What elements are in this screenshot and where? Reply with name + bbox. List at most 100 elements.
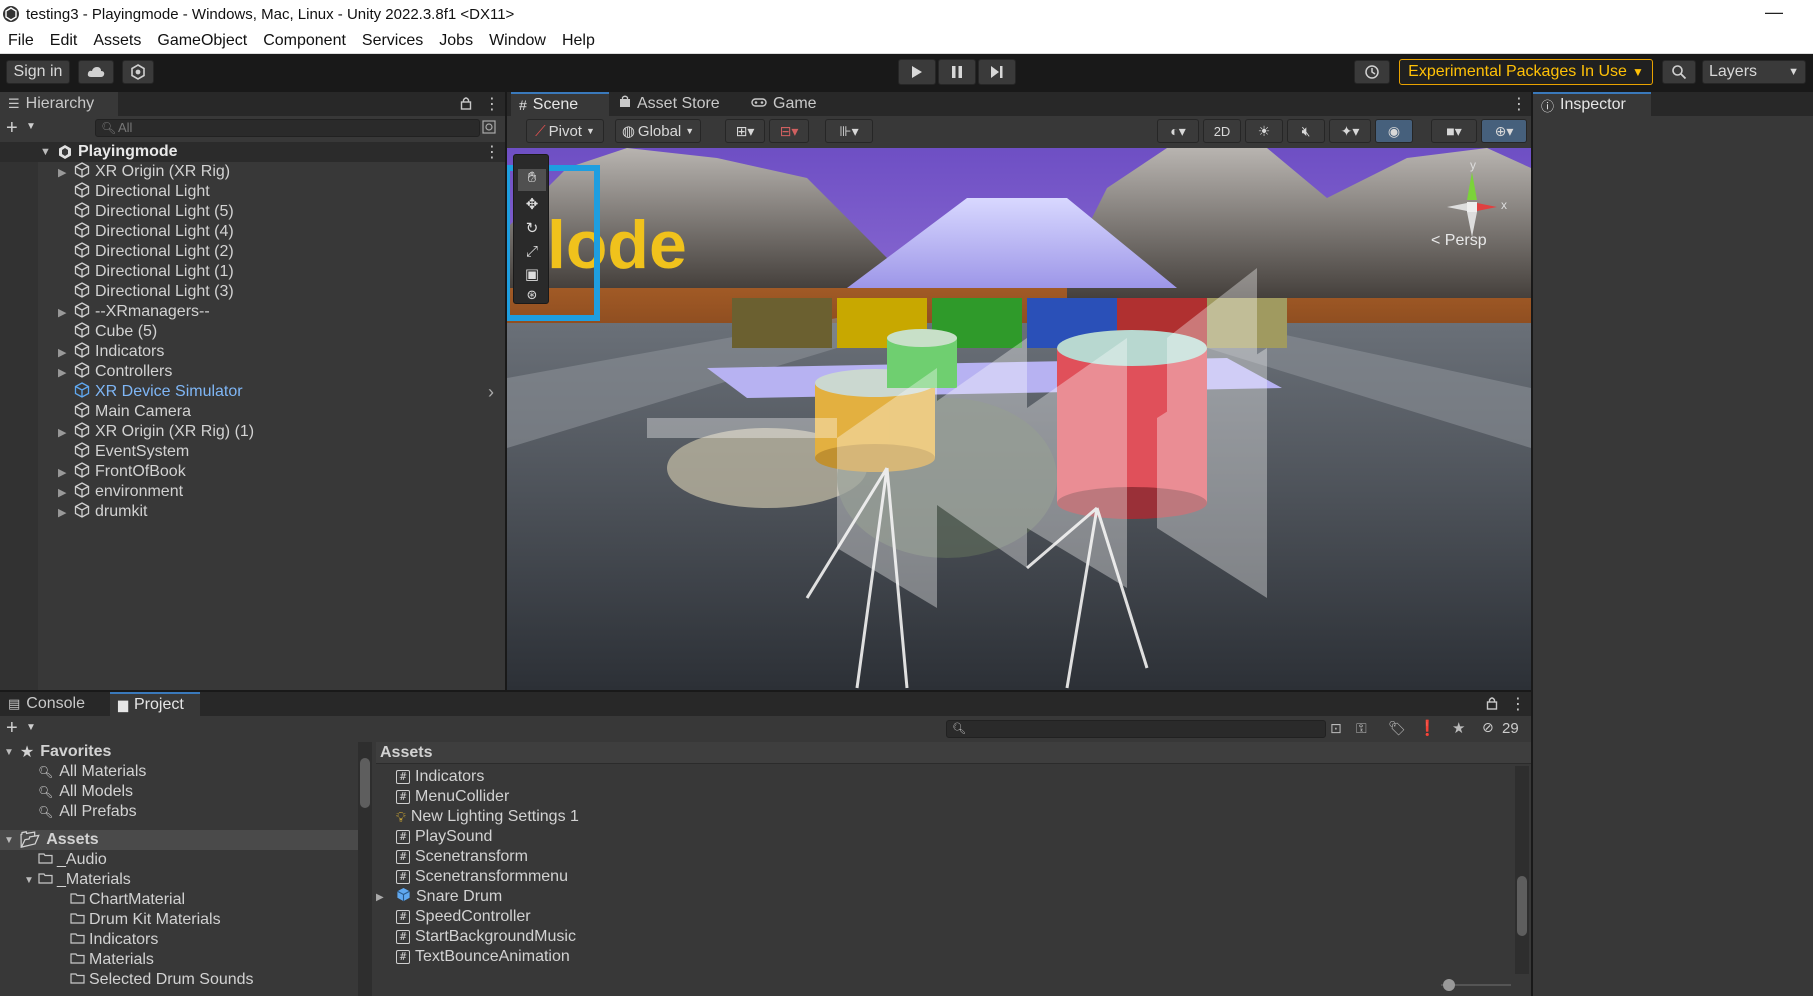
asset-file-item[interactable]: # StartBackgroundMusic bbox=[396, 927, 576, 947]
hierarchy-item[interactable]: ▶ environment bbox=[0, 481, 505, 502]
collapsed-arrow-icon[interactable]: ▶ bbox=[58, 486, 66, 499]
search-by-type-icon[interactable]: ⊡ bbox=[1330, 720, 1342, 737]
hand-tool-icon[interactable]: ✋︎ bbox=[518, 169, 546, 191]
transform-tool-icon[interactable]: ⊛ bbox=[518, 287, 546, 303]
tab-console[interactable]: ▤ Console bbox=[0, 692, 104, 716]
menu-assets[interactable]: Assets bbox=[85, 32, 149, 50]
folder-tree-item[interactable]: Drum Kit Materials bbox=[56, 910, 221, 930]
hierarchy-item[interactable]: ▶ FrontOfBook bbox=[0, 461, 505, 482]
hierarchy-item[interactable]: EventSystem bbox=[0, 441, 505, 462]
menu-jobs[interactable]: Jobs bbox=[431, 32, 481, 50]
menu-component[interactable]: Component bbox=[255, 32, 354, 50]
scale-tool-icon[interactable]: ⤢ bbox=[518, 243, 546, 265]
tab-project[interactable]: ▆ Project bbox=[110, 692, 200, 716]
search-by-label-icon[interactable]: ⚿ bbox=[1356, 720, 1367, 737]
slider-handle[interactable] bbox=[1443, 979, 1455, 991]
hidden-objects-icon[interactable]: ◉ bbox=[1375, 119, 1413, 143]
kebab-menu-icon[interactable]: ⋮ bbox=[484, 94, 500, 114]
hierarchy-search-input[interactable]: 🔍︎ All bbox=[95, 119, 480, 137]
mode-2d-button[interactable]: 2D bbox=[1203, 119, 1241, 143]
scene-root-row[interactable]: ▼ Playingmode ⋮ bbox=[0, 142, 505, 162]
collapsed-arrow-icon[interactable]: ▶ bbox=[58, 166, 66, 179]
hierarchy-item[interactable]: XR Device Simulator › bbox=[0, 382, 505, 402]
collapsed-arrow-icon[interactable]: ▶ bbox=[376, 892, 384, 903]
rect-tool-icon[interactable]: ▣ bbox=[518, 265, 546, 287]
asset-file-item[interactable]: # Scenetransformmenu bbox=[396, 867, 568, 887]
pause-button[interactable] bbox=[938, 59, 976, 85]
tab-hierarchy[interactable]: ☰ Hierarchy bbox=[0, 92, 118, 116]
menu-services[interactable]: Services bbox=[354, 32, 431, 50]
kebab-menu-icon[interactable]: ⋮ bbox=[1510, 694, 1526, 714]
asset-file-item[interactable]: # MenuCollider bbox=[396, 787, 509, 807]
hierarchy-item[interactable]: Directional Light (5) bbox=[0, 201, 505, 222]
hierarchy-item[interactable]: ▶ Indicators bbox=[0, 341, 505, 362]
hierarchy-item[interactable]: Cube (5) bbox=[0, 321, 505, 342]
menu-gameobject[interactable]: GameObject bbox=[149, 32, 255, 50]
menu-window[interactable]: Window bbox=[481, 32, 554, 50]
asset-file-item[interactable]: ▶ Snare Drum bbox=[376, 887, 502, 907]
folder-tree-item[interactable]: ▼ _Materials bbox=[24, 870, 131, 890]
hierarchy-item[interactable]: ▶ Controllers bbox=[0, 361, 505, 382]
asset-file-item[interactable]: 💡︎ New Lighting Settings 1 bbox=[396, 807, 579, 827]
lighting-toggle-icon[interactable]: ☀ bbox=[1245, 119, 1283, 143]
icon-size-slider[interactable] bbox=[1441, 978, 1511, 992]
tab-inspector[interactable]: ⓘ Inspector bbox=[1533, 92, 1651, 116]
hierarchy-item[interactable]: ▶ XR Origin (XR Rig) (1) bbox=[0, 421, 505, 442]
alert-icon[interactable]: ❗ bbox=[1418, 719, 1437, 737]
gizmos-icon[interactable]: ⊕▾ bbox=[1481, 119, 1527, 143]
asset-file-item[interactable]: # Indicators bbox=[396, 767, 484, 787]
effects-icon[interactable]: ✦▾ bbox=[1329, 119, 1371, 143]
rotate-tool-icon[interactable]: ↻ bbox=[518, 219, 546, 241]
add-icon[interactable]: + bbox=[6, 117, 18, 140]
hierarchy-item[interactable]: Main Camera bbox=[0, 401, 505, 422]
collab-icon[interactable] bbox=[122, 60, 154, 84]
favorite-all-prefabs[interactable]: 🔍︎ All Prefabs bbox=[38, 802, 137, 822]
increment-snap-icon[interactable]: ⊟▾ bbox=[769, 119, 809, 143]
hierarchy-item[interactable]: Directional Light bbox=[0, 181, 505, 202]
kebab-menu-icon[interactable]: ⋮ bbox=[1511, 94, 1527, 114]
hierarchy-item[interactable]: ▶ XR Origin (XR Rig) bbox=[0, 161, 505, 182]
folder-tree-item[interactable]: Selected Drum Sounds bbox=[56, 970, 254, 990]
search-icon[interactable] bbox=[1662, 60, 1696, 84]
menu-edit[interactable]: Edit bbox=[42, 32, 86, 50]
lock-icon[interactable] bbox=[460, 96, 472, 114]
scrollbar-thumb[interactable] bbox=[1517, 876, 1527, 936]
scene-viewport[interactable]: lode ✋︎ ✥ ↻ ⤢ ▣ ⊛ y x < Persp bbox=[507, 148, 1531, 690]
collapsed-arrow-icon[interactable]: ▶ bbox=[58, 426, 66, 439]
collapsed-arrow-icon[interactable]: ▶ bbox=[58, 306, 66, 319]
hierarchy-item[interactable]: ▶ drumkit bbox=[0, 501, 505, 522]
folder-tree-item[interactable]: Indicators bbox=[56, 930, 158, 950]
lock-icon[interactable] bbox=[1486, 696, 1498, 714]
sign-in-button[interactable]: Sign in bbox=[6, 60, 70, 84]
breadcrumb-assets[interactable]: Assets bbox=[380, 744, 432, 761]
kebab-menu-icon[interactable]: ⋮ bbox=[484, 142, 500, 162]
favorite-all-materials[interactable]: 🔍︎ All Materials bbox=[38, 762, 146, 782]
menu-file[interactable]: File bbox=[0, 32, 42, 50]
perspective-label[interactable]: < Persp bbox=[1431, 232, 1487, 250]
scrollbar-thumb[interactable] bbox=[360, 758, 370, 808]
hierarchy-item[interactable]: Directional Light (1) bbox=[0, 261, 505, 282]
shading-mode-icon[interactable]: ◐▾ bbox=[1157, 119, 1199, 143]
hierarchy-item[interactable]: ▶ --XRmanagers-- bbox=[0, 301, 505, 322]
hierarchy-item[interactable]: Directional Light (3) bbox=[0, 281, 505, 302]
ruler-snap-icon[interactable]: ⊪▾ bbox=[825, 119, 873, 143]
asset-file-item[interactable]: # SpeedController bbox=[396, 907, 531, 927]
favorites-header[interactable]: ▼ ★ Favorites bbox=[4, 742, 111, 762]
collapsed-arrow-icon[interactable]: ▶ bbox=[58, 346, 66, 359]
tab-scene[interactable]: # Scene bbox=[511, 92, 609, 116]
tag-icon[interactable]: 🏷︎ bbox=[1388, 720, 1406, 737]
collapsed-arrow-icon[interactable]: ▶ bbox=[58, 466, 66, 479]
favorite-star-icon[interactable]: ★ bbox=[1452, 719, 1465, 737]
tab-game[interactable]: Game bbox=[743, 92, 825, 116]
chevron-down-icon[interactable]: ▼ bbox=[26, 121, 36, 132]
add-icon[interactable]: + bbox=[6, 717, 18, 740]
layers-dropdown[interactable]: Layers ▼ bbox=[1702, 60, 1806, 84]
search-options-icon[interactable] bbox=[482, 120, 496, 138]
audio-mute-icon[interactable]: 🔇︎ bbox=[1287, 119, 1325, 143]
experimental-packages-button[interactable]: Experimental Packages In Use ▼ bbox=[1399, 59, 1653, 85]
hierarchy-item[interactable]: Directional Light (4) bbox=[0, 221, 505, 242]
folder-tree-item[interactable]: _Audio bbox=[24, 850, 107, 870]
folder-tree-item[interactable]: ChartMaterial bbox=[56, 890, 185, 910]
grid-snap-icon[interactable]: ⊞▾ bbox=[725, 119, 765, 143]
history-icon[interactable] bbox=[1354, 60, 1390, 84]
